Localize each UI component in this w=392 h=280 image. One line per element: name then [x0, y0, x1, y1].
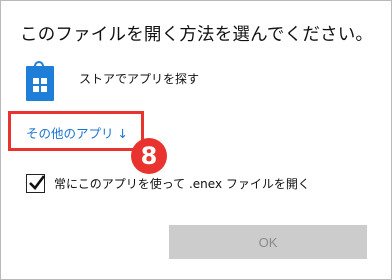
ok-button[interactable]: OK — [169, 225, 367, 259]
checkmark-icon — [29, 175, 46, 190]
annotation-step-badge: 8 — [131, 138, 167, 174]
open-with-dialog: このファイルを開く方法を選んでください。 ストアでアプリを探す その他のアプリ … — [0, 0, 392, 280]
store-bag-icon — [26, 61, 54, 101]
annotation-highlight-box — [8, 111, 144, 151]
always-use-checkbox-label: 常にこのアプリを使って .enex ファイルを開く — [54, 177, 310, 191]
dialog-title: このファイルを開く方法を選んでください。 — [20, 25, 374, 45]
always-use-checkbox[interactable] — [26, 174, 46, 193]
always-use-checkbox-row[interactable]: 常にこのアプリを使って .enex ファイルを開く — [26, 174, 310, 193]
store-option-label: ストアでアプリを探す — [79, 72, 200, 86]
store-option[interactable]: ストアでアプリを探す — [26, 61, 200, 102]
